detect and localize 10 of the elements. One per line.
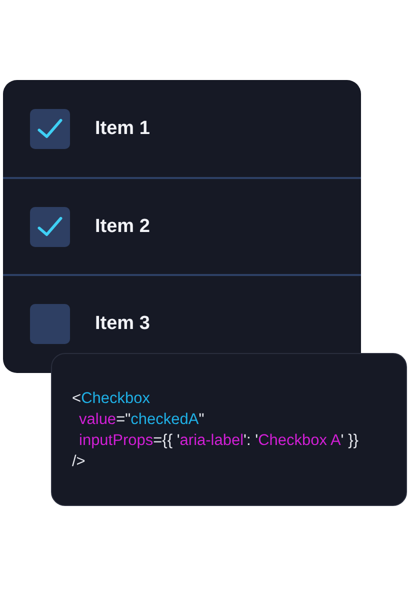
code-line: /> bbox=[72, 452, 86, 472]
checkbox[interactable] bbox=[30, 108, 70, 148]
code-line: <Checkbox bbox=[72, 389, 151, 409]
item-label: Item 2 bbox=[95, 216, 150, 238]
code-line: inputProps={{ 'aria-label': 'Checkbox A' }} bbox=[78, 431, 360, 451]
code-line: value="checkedA" bbox=[78, 410, 206, 430]
checkbox[interactable] bbox=[30, 206, 70, 246]
item-label: Item 3 bbox=[95, 312, 150, 334]
checkbox[interactable] bbox=[30, 304, 70, 344]
item-label: Item 1 bbox=[95, 118, 150, 140]
